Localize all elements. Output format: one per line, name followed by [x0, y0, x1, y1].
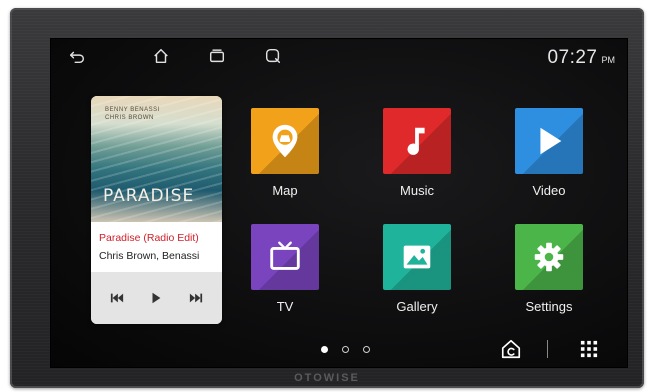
song-artist: Chris Brown, Benassi: [99, 250, 200, 262]
app-music[interactable]: Music: [372, 108, 462, 198]
app-label-map: Map: [272, 183, 298, 198]
page-dot-2[interactable]: [342, 346, 349, 353]
app-video[interactable]: Video: [504, 108, 594, 198]
back-icon[interactable]: [65, 45, 89, 67]
app-settings[interactable]: Settings: [504, 224, 594, 314]
album-artist-1: BENNY BENASSI: [105, 107, 160, 113]
album-artists: BENNY BENASSI CHRIS BROWN: [105, 106, 160, 122]
album-art[interactable]: BENNY BENASSI CHRIS BROWN PARADISE: [91, 96, 222, 222]
clock: 07:27 PM: [547, 47, 615, 69]
page-indicator: [321, 346, 370, 353]
image-icon: [383, 224, 451, 290]
home-icon[interactable]: [149, 45, 173, 67]
play-icon: [515, 108, 583, 174]
previous-icon[interactable]: [105, 286, 129, 310]
play-icon[interactable]: [144, 286, 168, 310]
dock-divider: [547, 340, 548, 358]
app-gallery[interactable]: Gallery: [372, 224, 462, 314]
page-dot-3[interactable]: [363, 346, 370, 353]
app-tv[interactable]: TV: [240, 224, 330, 314]
music-note-icon: [383, 108, 451, 174]
carplay-home-icon[interactable]: [498, 336, 524, 362]
page-dot-1[interactable]: [321, 346, 328, 353]
album-artist-2: CHRIS BROWN: [105, 115, 154, 121]
app-label-video: Video: [532, 183, 566, 198]
map-pin-car-icon: [251, 108, 319, 174]
app-label-music: Music: [400, 183, 434, 198]
clock-ampm: PM: [601, 55, 616, 65]
album-title: PARADISE: [103, 186, 195, 206]
music-player-widget[interactable]: BENNY BENASSI CHRIS BROWN PARADISE Parad…: [91, 96, 222, 324]
search-icon[interactable]: [261, 45, 285, 67]
app-grid-icon[interactable]: [576, 336, 602, 362]
recent-apps-icon[interactable]: [205, 45, 229, 67]
tv-icon: [251, 224, 319, 290]
app-label-tv: TV: [276, 299, 294, 314]
app-label-gallery: Gallery: [396, 299, 438, 314]
status-bar: 07:27 PM: [51, 39, 627, 73]
next-icon[interactable]: [184, 286, 208, 310]
head-unit-frame: 07:27 PM BENNY BENASSI CHRIS BROWN PARAD…: [10, 8, 644, 388]
song-title: Paradise (Radio Edit): [99, 232, 199, 244]
touch-screen: 07:27 PM BENNY BENASSI CHRIS BROWN PARAD…: [50, 38, 628, 368]
app-map[interactable]: Map: [240, 108, 330, 198]
brand-logo: OTOWISE: [294, 372, 360, 384]
app-label-settings: Settings: [525, 299, 573, 314]
clock-time: 07:27: [547, 47, 598, 68]
playback-controls: [91, 272, 222, 324]
gear-icon: [515, 224, 583, 290]
song-info: Paradise (Radio Edit) Chris Brown, Benas…: [91, 222, 222, 272]
